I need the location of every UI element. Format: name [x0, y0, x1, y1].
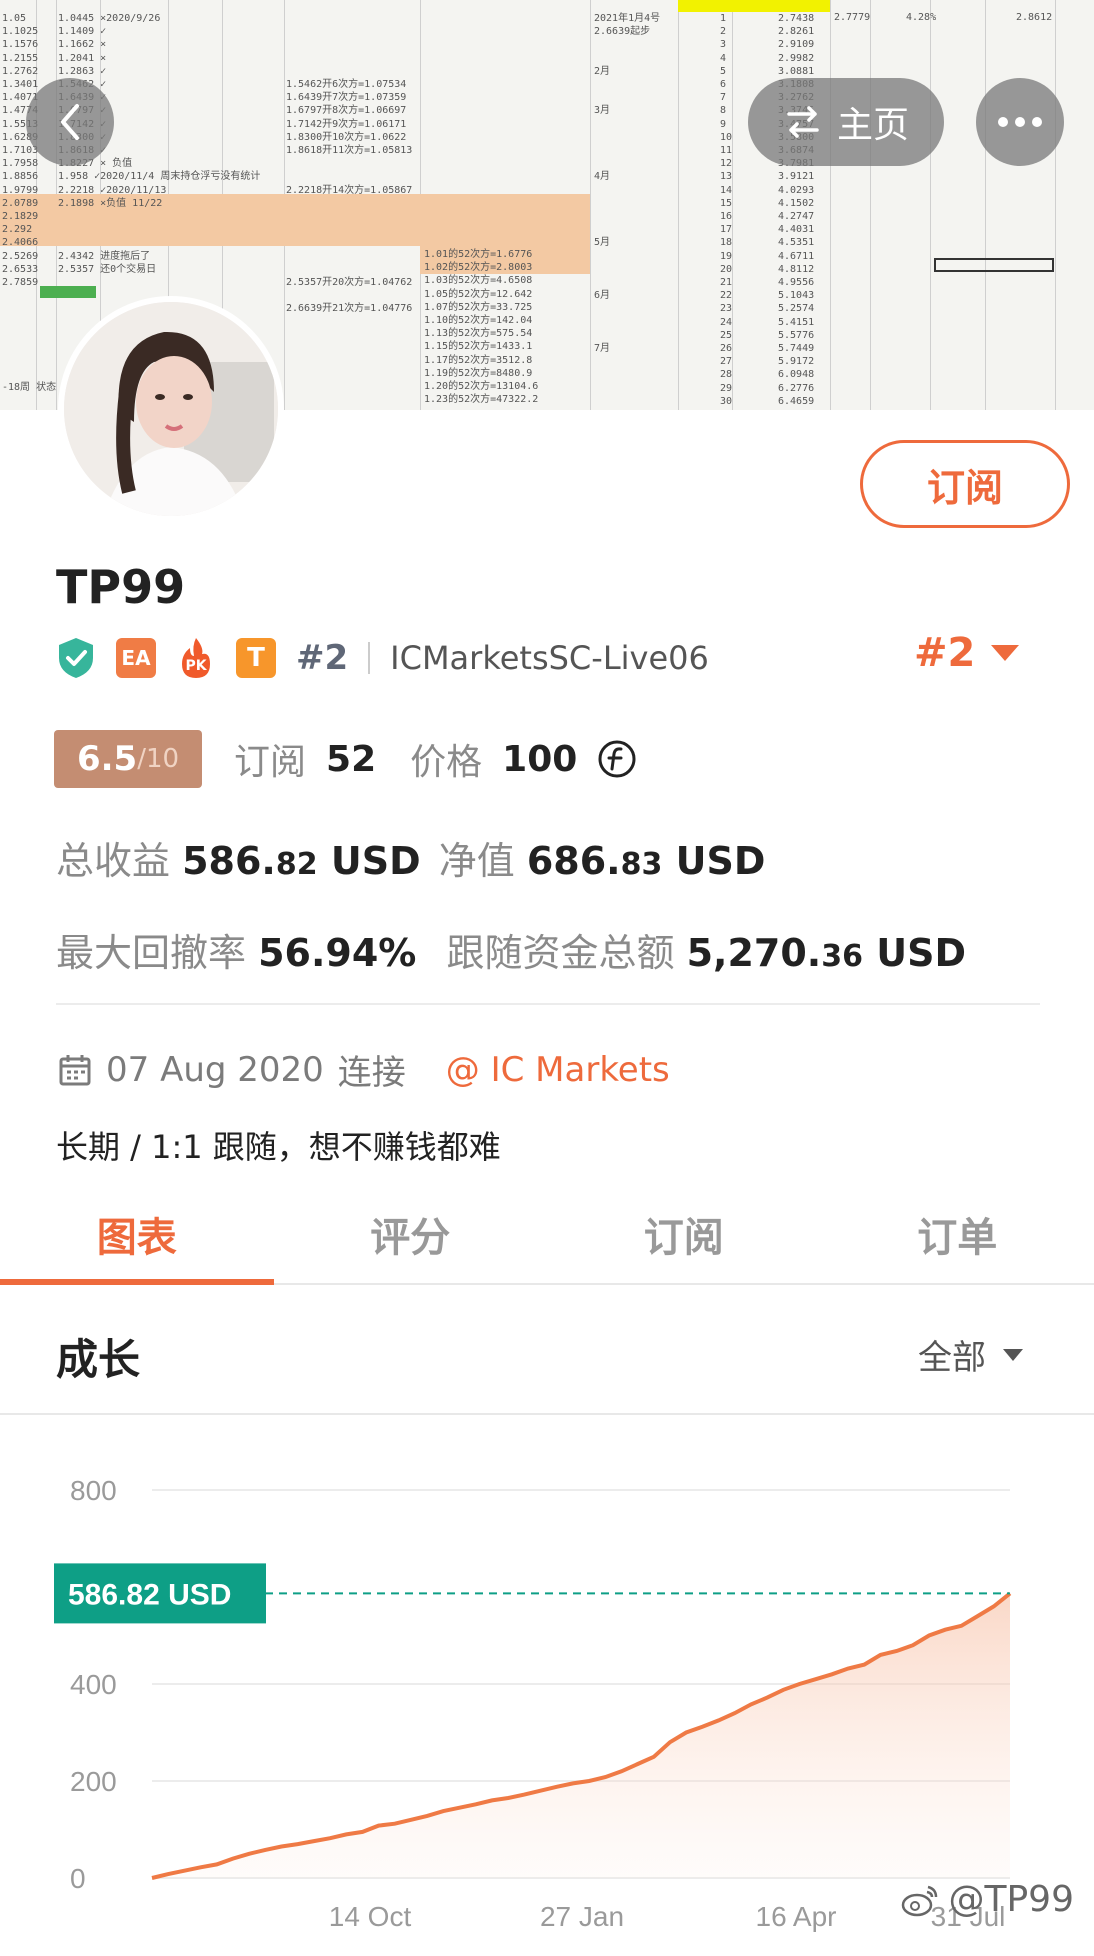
equity-value: 686.83 USD: [526, 839, 766, 883]
subscribe-count: 52: [326, 738, 377, 780]
coin-icon: [598, 740, 636, 778]
x-tick-label: 27 Jan: [540, 1901, 624, 1932]
y-tick-label: 200: [70, 1766, 117, 1797]
tab-rating[interactable]: 评分: [274, 1185, 548, 1283]
y-tick-label: 800: [70, 1475, 117, 1506]
profile-name: TP99: [56, 560, 186, 614]
score-badge: 6.5/10: [54, 730, 202, 788]
tab-subscriptions[interactable]: 订阅: [547, 1185, 821, 1283]
back-button[interactable]: [26, 78, 114, 166]
chevron-left-icon: [61, 104, 79, 140]
subscribe-count-label: 订阅: [234, 742, 307, 783]
rank-label: #2: [296, 638, 349, 678]
x-tick-label: 16 Apr: [756, 1901, 837, 1932]
more-icon: [998, 117, 1042, 127]
badges-row: EA PK T #2 ICMarketsSC-Live06: [56, 630, 709, 686]
equity-label: 净值: [438, 839, 515, 883]
avatar: [58, 296, 284, 522]
caret-down-icon: [1003, 1348, 1023, 1361]
pk-badge: PK: [176, 636, 216, 680]
price-value: 100: [502, 738, 578, 780]
connect-date: 07 Aug 2020: [106, 1049, 324, 1090]
connect-label: 连接: [337, 1053, 406, 1093]
server-name: ICMarketsSC-Live06: [390, 639, 709, 677]
follow-value: 5,270.36 USD: [686, 931, 966, 975]
y-tick-label: 0: [70, 1863, 86, 1894]
divider: [56, 1003, 1040, 1005]
swap-icon: [787, 106, 819, 138]
section-title: 成长: [56, 1335, 141, 1384]
calendar-icon: [59, 1054, 91, 1085]
description: 长期 / 1:1 跟随，想不赚钱都难: [56, 1128, 501, 1166]
stats-row-2: 总收益 586.82 USD 净值 686.83 USD: [56, 830, 765, 885]
tab-orders[interactable]: 订单: [821, 1185, 1094, 1283]
broker-link[interactable]: @ IC Markets: [446, 1050, 670, 1090]
more-button[interactable]: [976, 78, 1064, 166]
total-profit-value: 586.82 USD: [182, 839, 421, 883]
drawdown-label: 最大回撤率: [56, 931, 247, 975]
caret-down-icon: [991, 645, 1020, 661]
growth-area: [152, 1593, 1010, 1878]
stats-row-3: 最大回撤率 56.94% 跟随资金总额 5,270.36 USD: [56, 922, 966, 977]
rank-dropdown[interactable]: #2: [914, 630, 1021, 676]
home-label: 主页: [836, 105, 909, 146]
current-value-label: 586.82 USD: [68, 1578, 231, 1611]
divider: [368, 642, 371, 674]
y-tick-label: 400: [70, 1669, 117, 1700]
price-label: 价格: [410, 742, 483, 783]
shield-verified-icon: [59, 638, 93, 678]
follow-label: 跟随资金总额: [446, 931, 675, 975]
period-filter-label: 全部: [918, 1338, 986, 1378]
tab-chart[interactable]: 图表: [0, 1185, 274, 1285]
connect-row: 07 Aug 2020 连接 @ IC Markets: [58, 1045, 670, 1094]
stats-row-1: 6.5/10 订阅 52 价格 100: [54, 730, 637, 788]
period-filter[interactable]: 全部: [918, 1330, 1024, 1379]
x-tick-label: 14 Oct: [329, 1901, 412, 1932]
rank-right-label: #2: [914, 630, 976, 676]
subscribe-button[interactable]: 订阅: [860, 440, 1070, 528]
drawdown-value: 56.94%: [258, 931, 417, 975]
home-button[interactable]: 主页: [748, 78, 944, 166]
growth-section-header: 成长 全部: [0, 1290, 1094, 1415]
watermark: @TP99: [900, 1879, 1074, 1920]
total-profit-label: 总收益: [56, 839, 171, 883]
tab-bar: 图表 评分 订阅 订单: [0, 1185, 1094, 1285]
t-badge: T: [236, 638, 276, 678]
weibo-icon: [902, 1885, 938, 1916]
ea-badge: EA: [116, 638, 156, 678]
